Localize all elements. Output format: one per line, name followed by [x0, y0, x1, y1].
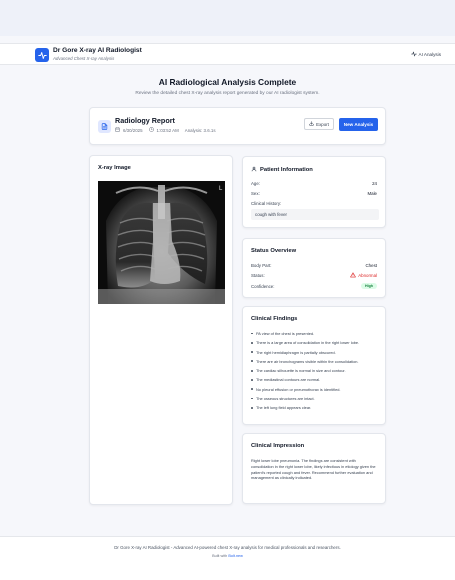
- list-item: There is a large area of consolidation i…: [251, 340, 381, 345]
- patient-info-card: Patient Information Age: 24 Sex: Male Cl…: [242, 156, 386, 228]
- user-icon: [251, 166, 257, 174]
- xray-card: X-ray Image L: [89, 155, 233, 505]
- list-item: The right hemidiaphragm is partially obs…: [251, 350, 381, 355]
- report-meta: 6/30/2025 1:03:52 AM Analysis: 3.6.1s: [115, 127, 216, 133]
- patient-info-title: Patient Information: [251, 166, 313, 174]
- age-label: Age:: [251, 181, 261, 186]
- status-value-label: Abnormal: [358, 273, 377, 278]
- nav-ai-analysis-label: AI Analysis: [418, 52, 441, 57]
- calendar-icon: [115, 127, 120, 133]
- clinical-impression-card: Clinical Impression Right lower lobe pne…: [242, 433, 386, 504]
- status-label: Status:: [251, 273, 265, 278]
- bolt-link[interactable]: Bolt.new: [228, 554, 243, 558]
- footer: Dr Gore X-ray AI Radiologist - Advanced …: [0, 536, 455, 580]
- clock-icon: [148, 127, 154, 133]
- page-subtitle: Review the detailed chest X-ray analysis…: [135, 91, 320, 96]
- status-overview-card: Status Overview Body Part: Chest Status:…: [242, 238, 386, 298]
- app-subtitle: Advanced Chest X-ray Analysis: [53, 56, 115, 61]
- list-item: The osseous structures are intact.: [251, 396, 381, 401]
- clinical-history-value: cough with fever: [251, 209, 379, 220]
- list-item: There are air bronchograms visible withi…: [251, 359, 381, 364]
- nav-ai-analysis[interactable]: AI Analysis: [410, 51, 441, 58]
- report-analysis-duration: Analysis: 3.6.1s: [184, 127, 216, 133]
- report-date: 6/30/2025: [123, 127, 143, 133]
- report-card: Radiology Report 6/30/2025 1:03:52 AM An…: [89, 107, 386, 145]
- export-button-label: Export: [316, 121, 329, 127]
- activity-icon[interactable]: [35, 48, 49, 62]
- clinical-impression-title: Clinical Impression: [251, 443, 305, 449]
- list-item: The left lung field appears clear.: [251, 405, 381, 410]
- list-item: No pleural effusion or pneumothorax is i…: [251, 387, 381, 392]
- export-button[interactable]: Export: [304, 118, 334, 130]
- confidence-badge: High: [361, 283, 377, 289]
- footer-built-prefix: Built with: [212, 554, 228, 558]
- activity-icon: [410, 51, 417, 58]
- footer-built-with: Built with Bolt.new: [0, 554, 455, 558]
- alert-triangle-icon: [350, 272, 357, 279]
- confidence-label: Confidence:: [251, 284, 275, 289]
- confidence-value: High: [361, 283, 377, 289]
- clinical-impression-text: Right lower lobe pneumonia. The findings…: [251, 458, 376, 481]
- app-title: Dr Gore X-ray AI Radiologist: [53, 47, 142, 54]
- status-overview-title: Status Overview: [251, 248, 297, 254]
- app-header: Dr Gore X-ray AI Radiologist Advanced Ch…: [0, 43, 455, 65]
- list-item: PA view of the chest is presented.: [251, 331, 381, 336]
- sex-label: Sex:: [251, 191, 260, 196]
- clinical-findings-card: Clinical Findings PA view of the chest i…: [242, 306, 386, 425]
- clinical-findings-title: Clinical Findings: [251, 316, 298, 322]
- report-time: 1:03:52 AM: [156, 127, 179, 133]
- document-icon: [98, 120, 111, 133]
- body-part-value: Chest: [365, 263, 377, 268]
- chest-xray-image[interactable]: L: [98, 181, 225, 304]
- top-band: [0, 0, 455, 36]
- page-title: AI Radiological Analysis Complete: [158, 77, 297, 87]
- findings-list: PA view of the chest is presented. There…: [251, 331, 381, 415]
- body-part-label: Body Part:: [251, 263, 272, 268]
- list-item: The mediastinal contours are normal.: [251, 377, 381, 382]
- xray-title: X-ray Image: [98, 165, 131, 171]
- report-title: Radiology Report: [115, 116, 175, 125]
- age-value: 24: [372, 181, 377, 186]
- status-value: Abnormal: [350, 272, 377, 279]
- list-item: The cardiac silhouette is normal in size…: [251, 368, 381, 373]
- patient-info-title-label: Patient Information: [260, 167, 313, 173]
- clinical-history-label: Clinical History:: [251, 201, 282, 206]
- new-analysis-button[interactable]: New Analysis: [339, 118, 378, 131]
- download-icon: [309, 121, 314, 127]
- footer-text: Dr Gore X-ray AI Radiologist - Advanced …: [114, 545, 341, 550]
- sex-value: Male: [367, 191, 377, 196]
